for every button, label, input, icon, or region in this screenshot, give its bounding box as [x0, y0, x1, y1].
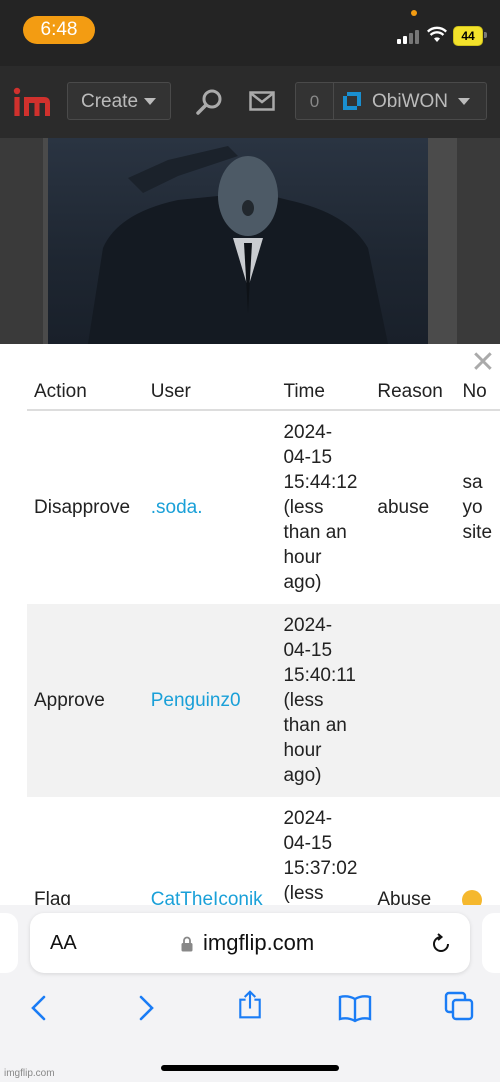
battery-tip [484, 32, 487, 38]
imgflip-logo[interactable] [12, 86, 54, 118]
table-row: Flag CatTheIconik 2024- 04-15 15:37:02 (les… [27, 797, 500, 905]
bookmarks-icon[interactable] [338, 993, 372, 1023]
history-table: Action User Time Reason No Disapprove .s… [27, 374, 500, 905]
action-cell: Approve [27, 604, 144, 797]
back-icon[interactable] [24, 993, 54, 1023]
home-indicator[interactable] [161, 1065, 339, 1071]
user-avatar-icon [343, 92, 361, 110]
chevron-down-icon [144, 98, 157, 106]
status-time: 6:48 [23, 16, 95, 44]
share-icon[interactable] [235, 990, 265, 1020]
column-header-reason: Reason [370, 374, 456, 411]
create-button[interactable]: Create [67, 82, 171, 120]
column-header-note: No [455, 374, 500, 411]
reader-options-button[interactable]: AA [50, 932, 77, 955]
user-link[interactable]: Penguinz0 [151, 690, 241, 711]
column-header-action: Action [27, 374, 144, 411]
cat-emoji-icon [462, 889, 483, 905]
forward-icon[interactable] [131, 993, 161, 1023]
create-label: Create [81, 91, 139, 112]
watermark: imgflip.com [4, 1068, 55, 1079]
search-icon[interactable] [195, 88, 223, 116]
lock-icon [181, 936, 193, 952]
next-tab-preview[interactable] [482, 913, 500, 973]
reload-icon[interactable] [429, 932, 453, 956]
reason-cell: Abuse [370, 797, 456, 905]
column-header-time: Time [276, 374, 371, 411]
signal-icon [397, 28, 421, 44]
username: ObiWON [372, 91, 448, 112]
history-modal: ✕ Action User Time Reason No Disapprove … [0, 344, 500, 905]
battery-indicator: 44 [453, 26, 483, 46]
mail-icon[interactable] [249, 91, 275, 111]
reason-cell [370, 604, 456, 797]
time-cell: 2024- 04-15 15:37:02 (less [276, 797, 371, 905]
status-bar: 6:48 44 [0, 0, 500, 66]
wifi-icon [427, 26, 447, 42]
close-icon[interactable]: ✕ [470, 348, 496, 378]
time-cell: 2024- 04-15 15:40:11 (less than an hour ago) [276, 604, 371, 797]
table-row: Approve Penguinz0 2024- 04-15 15:40:11 (les… [27, 604, 500, 797]
table-header-row: Action User Time Reason No [27, 374, 500, 411]
notification-count[interactable]: 0 [295, 82, 333, 120]
column-header-user: User [143, 374, 277, 411]
note-cell [455, 604, 500, 797]
note-cell: sa yo site [455, 410, 500, 604]
action-cell: Flag [27, 797, 144, 905]
reason-cell: abuse [370, 410, 456, 604]
action-cell: Disapprove [27, 410, 144, 604]
camera-indicator [411, 10, 417, 16]
user-link[interactable]: .soda. [151, 497, 203, 518]
tabs-icon[interactable] [444, 991, 474, 1021]
time-cell: 2024- 04-15 15:44:12 (less than an hour ago) [276, 410, 371, 604]
user-link[interactable]: CatTheIconik [151, 889, 263, 905]
chevron-down-icon [458, 98, 470, 106]
table-row: Disapprove .soda. 2024- 04-15 15:44:12 (les… [27, 410, 500, 604]
url-text[interactable]: imgflip.com [203, 930, 314, 956]
note-cell [455, 797, 500, 905]
previous-tab-preview[interactable] [0, 913, 18, 973]
meme-image [48, 138, 428, 344]
